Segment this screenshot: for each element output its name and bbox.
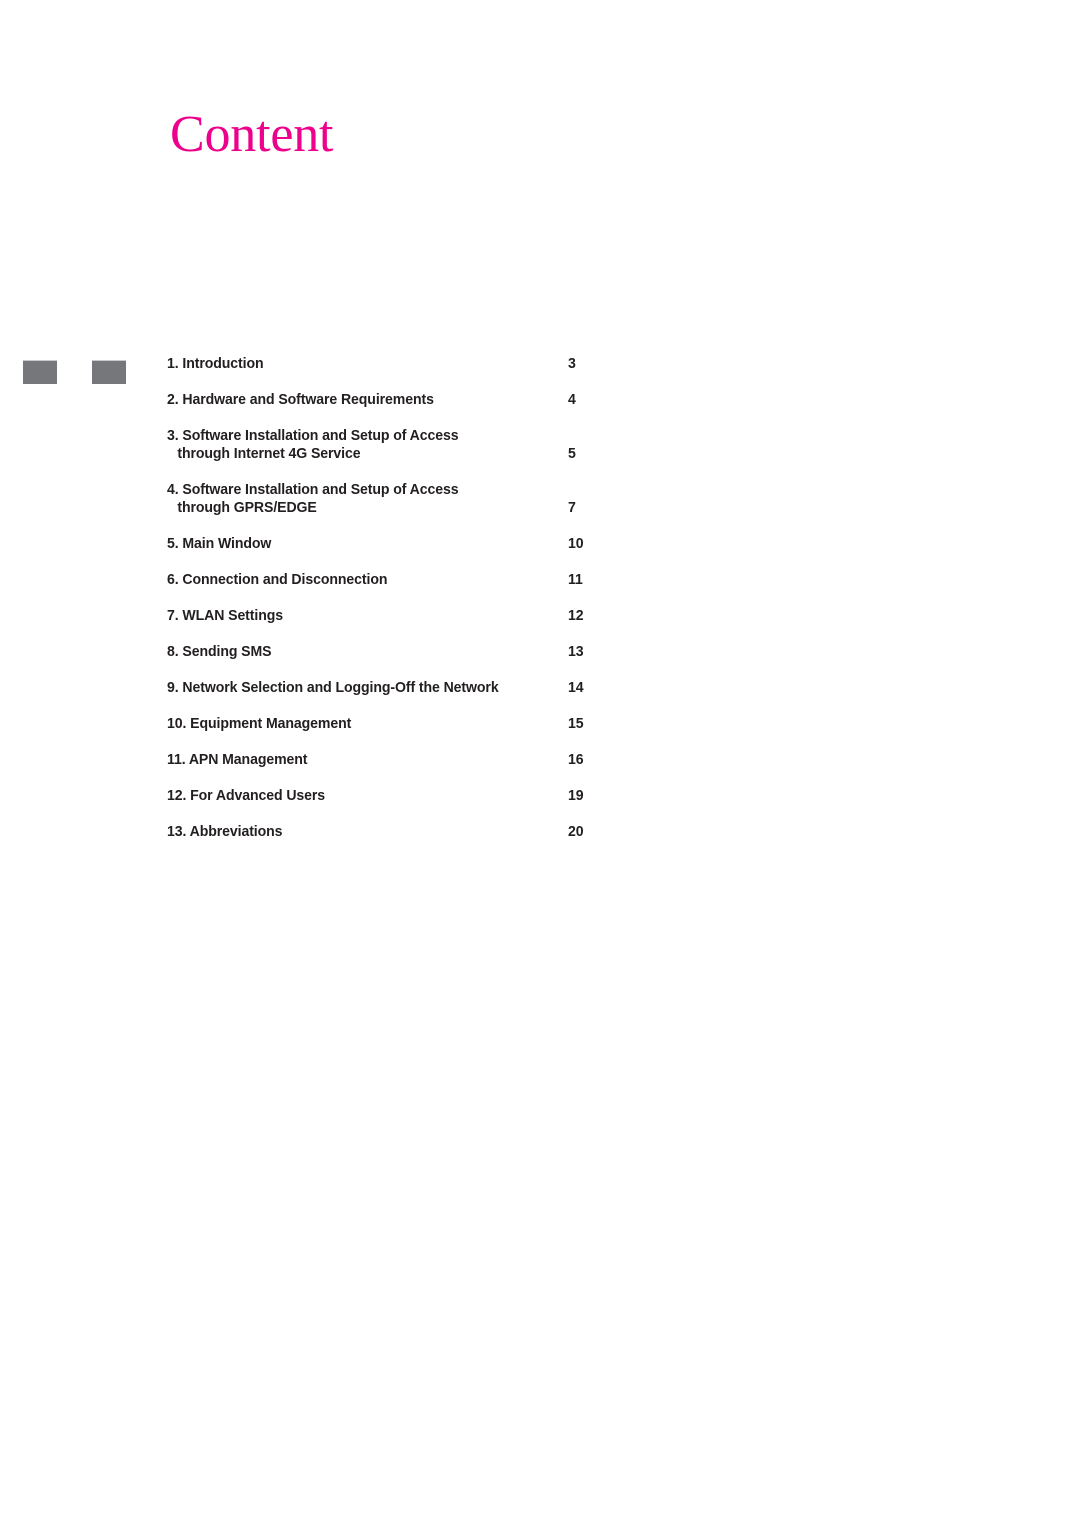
toc-entry-label: 8. Sending SMS xyxy=(167,643,272,660)
toc-entry[interactable]: 8. Sending SMS 13 xyxy=(167,643,687,661)
margin-square-icon-2 xyxy=(92,360,126,384)
toc-entry[interactable]: 11. APN Management 16 xyxy=(167,751,687,769)
page-title: Content xyxy=(170,106,334,163)
toc-entry-label: 13. Abbreviations xyxy=(167,823,283,840)
toc-entry-label: 11. APN Management xyxy=(167,751,308,768)
toc-entry-page-number: 16 xyxy=(568,751,584,768)
toc-entry-page-number: 19 xyxy=(568,787,584,804)
toc-entry[interactable]: 1. Introduction 3 xyxy=(167,355,687,373)
toc-entry[interactable]: 5. Main Window 10 xyxy=(167,535,687,553)
margin-square-icon-1 xyxy=(23,360,57,384)
toc-entry-page-number: 14 xyxy=(568,679,584,696)
table-of-contents: 1. Introduction 3 2. Hardware and Software… xyxy=(167,355,687,841)
toc-entry-page-number: 15 xyxy=(568,715,584,732)
toc-entry-label: 7. WLAN Settings xyxy=(167,607,284,624)
toc-entry-label: 12. For Advanced Users xyxy=(167,787,326,804)
toc-entry[interactable]: 7. WLAN Settings 12 xyxy=(167,607,687,625)
toc-entry-label: 3. Software Installation and Setup of Ac… xyxy=(167,427,459,444)
toc-entry-label: 1. Introduction xyxy=(167,355,264,372)
toc-entry-page-number: 3 xyxy=(568,355,576,372)
toc-entry[interactable]: 4. Software Installation and Setup of Ac… xyxy=(167,481,687,517)
toc-entry[interactable]: 12. For Advanced Users 19 xyxy=(167,787,687,805)
toc-entry-label: 5. Main Window xyxy=(167,535,272,552)
toc-entry-label: 6. Connection and Disconnection xyxy=(167,571,388,588)
toc-entry-page-number: 20 xyxy=(568,823,584,840)
toc-entry-page-number: 10 xyxy=(568,535,584,552)
toc-entry-page-number: 13 xyxy=(568,643,584,660)
toc-entry-label: 9. Network Selection and Logging-Off the… xyxy=(167,679,499,696)
toc-entry-page-number: 12 xyxy=(568,607,584,624)
toc-entry[interactable]: 9. Network Selection and Logging-Off the… xyxy=(167,679,687,697)
toc-entry-page-number: 5 xyxy=(568,445,576,462)
document-page: Content 1. Introduction 3 2. Hardware and … xyxy=(0,0,1080,1527)
toc-entry[interactable]: 13. Abbreviations 20 xyxy=(167,823,687,841)
toc-entry[interactable]: 2. Hardware and Software Requirements 4 xyxy=(167,391,687,409)
toc-entry[interactable]: 6. Connection and Disconnection 11 xyxy=(167,571,687,589)
toc-entry-label: 4. Software Installation and Setup of Ac… xyxy=(167,481,459,498)
toc-entry-label: 2. Hardware and Software Requirements xyxy=(167,391,434,408)
toc-entry-label-line2: through Internet 4G Service xyxy=(177,445,361,462)
toc-entry-page-number: 7 xyxy=(568,499,576,516)
toc-entry-page-number: 4 xyxy=(568,391,576,408)
toc-entry[interactable]: 3. Software Installation and Setup of Ac… xyxy=(167,427,687,463)
toc-entry[interactable]: 10. Equipment Management 15 xyxy=(167,715,687,733)
toc-entry-label-line2: through GPRS/EDGE xyxy=(177,499,317,516)
margin-marks xyxy=(0,360,170,386)
toc-entry-label: 10. Equipment Management xyxy=(167,715,352,732)
toc-entry-page-number: 11 xyxy=(568,571,583,588)
